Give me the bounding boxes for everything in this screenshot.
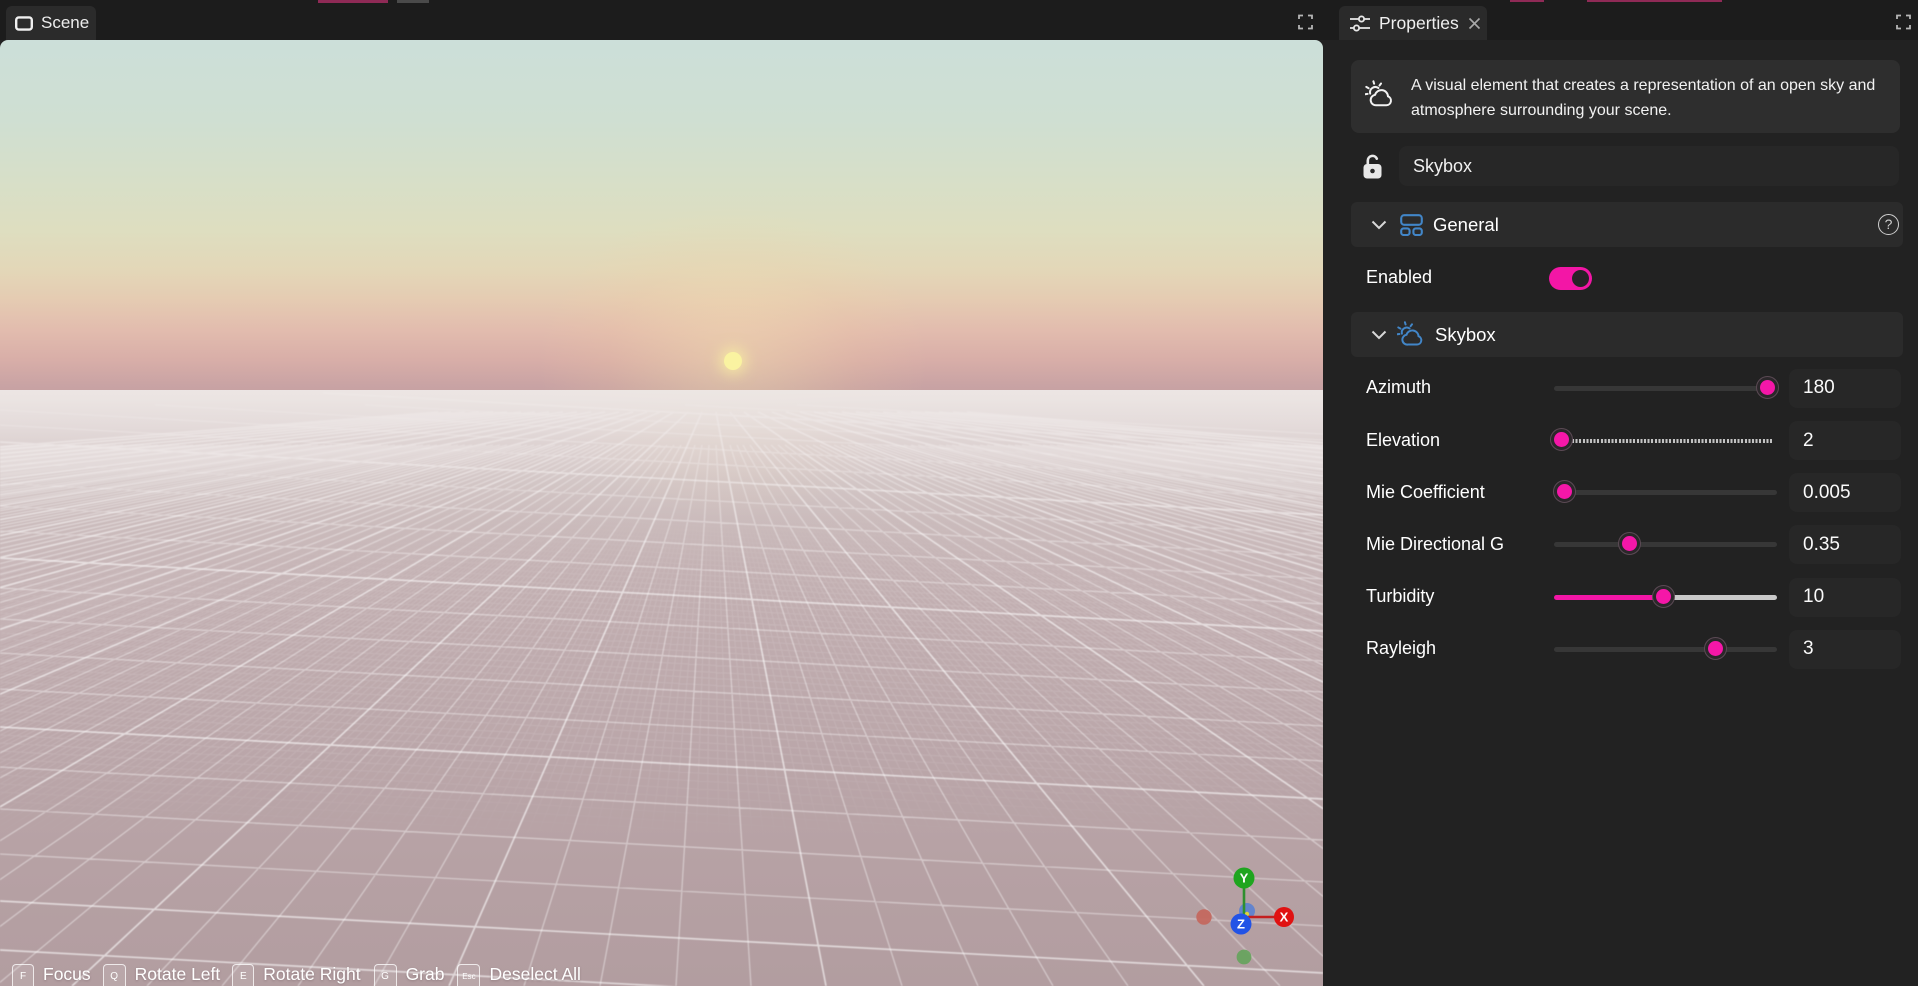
- svg-text:Z: Z: [1237, 917, 1245, 932]
- svg-text:Y: Y: [1240, 871, 1249, 886]
- svg-text:X: X: [1280, 910, 1289, 925]
